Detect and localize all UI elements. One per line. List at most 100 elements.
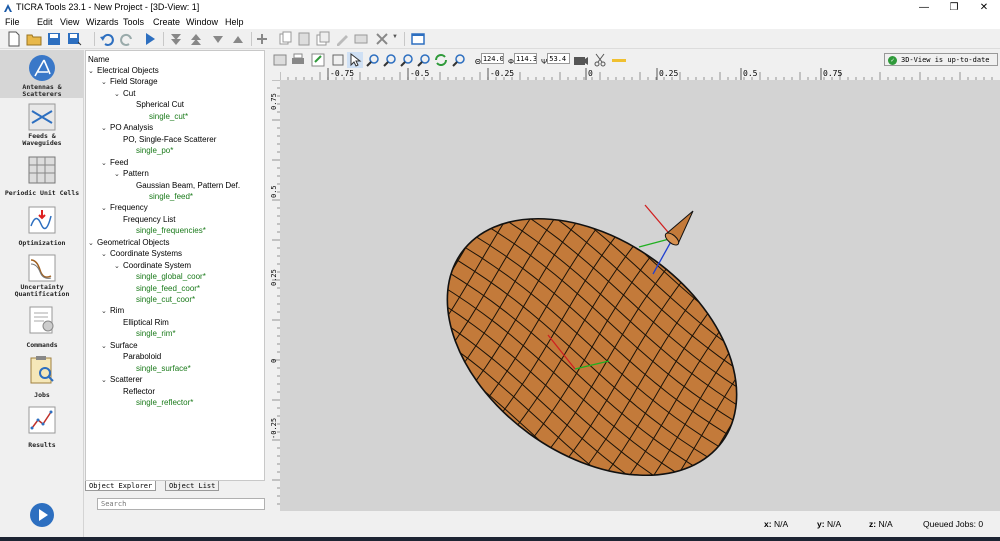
tab-object-list[interactable]: Object List bbox=[165, 481, 220, 491]
sidebar-item-results[interactable]: Results bbox=[0, 402, 84, 450]
run-icon[interactable] bbox=[142, 31, 158, 47]
edit-icon[interactable] bbox=[334, 31, 350, 47]
sidebar-item-feeds[interactable]: Feeds & Waveguides bbox=[0, 99, 84, 147]
move-bottom-icon[interactable] bbox=[168, 31, 184, 47]
move-down-icon[interactable] bbox=[210, 31, 226, 47]
zoom-fit-icon[interactable] bbox=[416, 52, 432, 68]
tree-row[interactable]: single_frequencies* bbox=[127, 225, 206, 236]
tree-row[interactable]: Reflector bbox=[114, 386, 155, 397]
sidebar-item-jobs[interactable]: Jobs bbox=[0, 352, 84, 400]
move-up-icon[interactable] bbox=[230, 31, 246, 47]
chevron-down-icon[interactable]: ⌄ bbox=[101, 341, 110, 352]
undo-icon[interactable] bbox=[99, 31, 115, 47]
chevron-down-icon[interactable]: ⌄ bbox=[101, 123, 110, 134]
new-file-icon[interactable] bbox=[6, 31, 22, 47]
save-as-icon[interactable] bbox=[66, 31, 82, 47]
chevron-down-icon[interactable]: ⌄ bbox=[101, 203, 110, 214]
sidebar-item-optimization[interactable]: Optimization bbox=[0, 202, 84, 250]
tree-row[interactable]: ⌄ Feed bbox=[101, 157, 128, 168]
chevron-down-icon[interactable]: ⌄ bbox=[101, 306, 110, 317]
zoom-in-icon[interactable] bbox=[382, 52, 398, 68]
print-icon[interactable] bbox=[290, 52, 306, 68]
tree-row[interactable]: ⌄ Coordinate System bbox=[114, 260, 191, 271]
tree-row[interactable]: single_rim* bbox=[127, 328, 176, 339]
tree-row[interactable]: single_feed_coor* bbox=[127, 283, 200, 294]
theta-input[interactable]: 124.0 bbox=[480, 53, 504, 64]
sidebar-item-unit-cells[interactable]: Periodic Unit Cells bbox=[0, 150, 84, 198]
play-icon[interactable] bbox=[29, 502, 55, 528]
tree-row[interactable]: ⌄ Electrical Objects bbox=[88, 65, 159, 76]
minimize-button[interactable]: — bbox=[909, 0, 939, 16]
cut-plane-icon[interactable] bbox=[592, 52, 608, 68]
menu-edit[interactable]: Edit bbox=[37, 16, 53, 29]
tree-row[interactable]: single_cut_coor* bbox=[127, 294, 195, 305]
3d-view-canvas[interactable] bbox=[280, 80, 1000, 511]
tree-row[interactable]: Gaussian Beam, Pattern Def. bbox=[127, 180, 240, 191]
chevron-down-icon[interactable]: ⌄ bbox=[88, 238, 97, 249]
menu-wizards[interactable]: Wizards bbox=[86, 16, 119, 29]
chevron-down-icon[interactable]: ⌄ bbox=[101, 375, 110, 386]
tree-row[interactable]: Spherical Cut bbox=[127, 99, 184, 110]
sidebar-item-antennas[interactable]: Antennas & Scatterers bbox=[0, 50, 84, 98]
move-top-icon[interactable] bbox=[188, 31, 204, 47]
tree-row[interactable]: ⌄ Pattern bbox=[114, 168, 149, 179]
screenshot-icon[interactable] bbox=[272, 52, 288, 68]
tree-row[interactable]: Frequency List bbox=[114, 214, 175, 225]
add-icon[interactable] bbox=[254, 31, 270, 47]
view-box-icon[interactable] bbox=[330, 52, 346, 68]
rotate-icon[interactable] bbox=[433, 52, 449, 68]
zoom-icon[interactable] bbox=[365, 52, 381, 68]
sidebar-item-commands[interactable]: Commands bbox=[0, 302, 84, 350]
zoom-window-icon[interactable] bbox=[451, 52, 467, 68]
delete-dropdown-icon[interactable]: ▼ bbox=[392, 34, 398, 40]
tree-row[interactable]: single_po* bbox=[127, 145, 173, 156]
menu-view[interactable]: View bbox=[60, 16, 79, 29]
chevron-down-icon[interactable]: ⌄ bbox=[114, 261, 123, 272]
close-button[interactable]: ✕ bbox=[969, 0, 999, 16]
duplicate-icon[interactable] bbox=[315, 31, 331, 47]
view-status-badge[interactable]: ✓ 3D-View is up-to-date bbox=[884, 53, 998, 66]
redo-icon[interactable] bbox=[119, 31, 135, 47]
menu-tools[interactable]: Tools bbox=[123, 16, 144, 29]
select-arrow-icon[interactable] bbox=[347, 52, 363, 68]
tab-object-explorer[interactable]: Object Explorer bbox=[85, 481, 157, 491]
delete-icon[interactable] bbox=[374, 31, 390, 47]
tree-row[interactable]: ⌄ Field Storage bbox=[101, 76, 158, 87]
chevron-down-icon[interactable]: ⌄ bbox=[88, 66, 97, 77]
tree-row[interactable]: Paraboloid bbox=[114, 351, 161, 362]
tree-row[interactable]: PO, Single-Face Scatterer bbox=[114, 134, 216, 145]
window-layout-icon[interactable] bbox=[410, 31, 426, 47]
sidebar-item-uncertainty[interactable]: Uncertainty Quantification bbox=[0, 250, 84, 300]
chevron-down-icon[interactable]: ⌄ bbox=[101, 249, 110, 260]
tree-row[interactable]: ⌄ Geometrical Objects bbox=[88, 237, 169, 248]
tree-row[interactable]: ⌄ PO Analysis bbox=[101, 122, 153, 133]
export-icon[interactable] bbox=[310, 52, 326, 68]
search-input[interactable] bbox=[101, 500, 264, 508]
menu-create[interactable]: Create bbox=[153, 16, 180, 29]
chevron-down-icon[interactable]: ⌄ bbox=[114, 89, 123, 100]
chevron-down-icon[interactable]: ⌄ bbox=[114, 169, 123, 180]
zoom-out-icon[interactable] bbox=[399, 52, 415, 68]
tree-row[interactable]: ⌄ Frequency bbox=[101, 202, 148, 213]
measure-icon[interactable] bbox=[611, 52, 627, 68]
tree-row[interactable]: ⌄ Cut bbox=[114, 88, 135, 99]
chevron-down-icon[interactable]: ⌄ bbox=[101, 158, 110, 169]
tree-row[interactable]: single_feed* bbox=[140, 191, 193, 202]
tree-row[interactable]: single_cut* bbox=[140, 111, 188, 122]
tree-row[interactable]: ⌄ Rim bbox=[101, 305, 124, 316]
phi-input[interactable]: 114.3 bbox=[513, 53, 537, 64]
tree-row[interactable]: Elliptical Rim bbox=[114, 317, 169, 328]
tree-row[interactable]: ⌄ Surface bbox=[101, 340, 138, 351]
menu-help[interactable]: Help bbox=[225, 16, 244, 29]
psi-input[interactable]: 53.4 bbox=[547, 53, 571, 64]
maximize-button[interactable]: ❐ bbox=[939, 0, 969, 16]
tree-row[interactable]: single_reflector* bbox=[127, 397, 193, 408]
camera-icon[interactable] bbox=[573, 52, 589, 68]
menu-file[interactable]: File bbox=[5, 16, 20, 29]
chevron-down-icon[interactable]: ⌄ bbox=[101, 77, 110, 88]
menu-window[interactable]: Window bbox=[186, 16, 218, 29]
paste-icon[interactable] bbox=[296, 31, 312, 47]
tree-row[interactable]: single_surface* bbox=[127, 363, 191, 374]
tree-row[interactable]: single_global_coor* bbox=[127, 271, 206, 282]
copy-icon[interactable] bbox=[277, 31, 293, 47]
